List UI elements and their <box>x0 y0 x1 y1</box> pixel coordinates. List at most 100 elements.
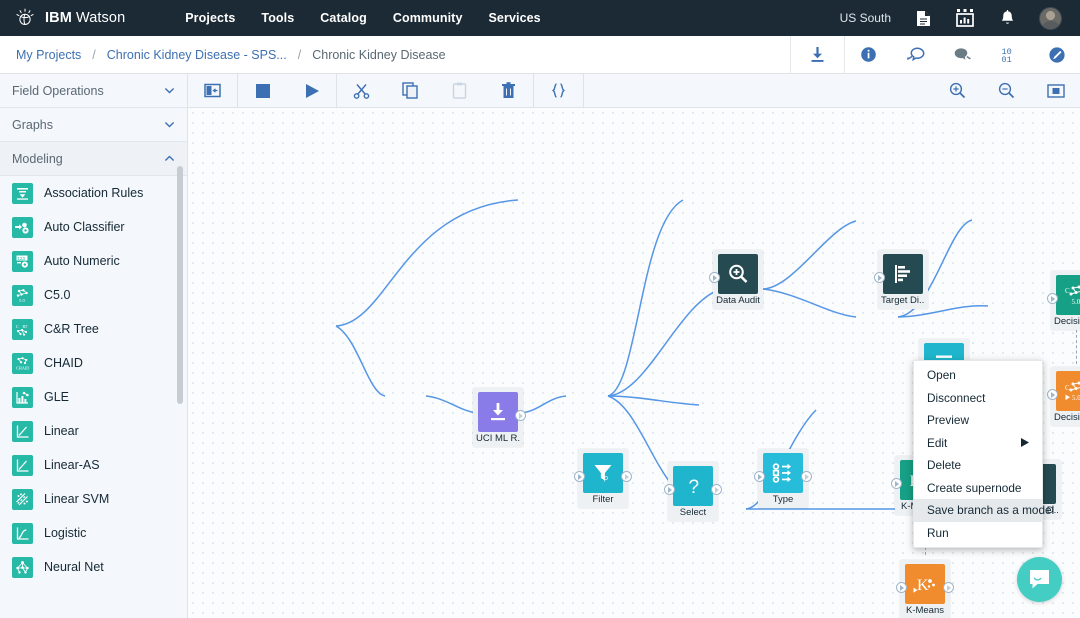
expression-braces-icon[interactable] <box>534 74 583 107</box>
nav-item-projects[interactable]: Projects <box>185 11 235 25</box>
context-menu-label: Create supernode <box>927 480 1022 495</box>
context-menu-item-create-supernode[interactable]: Create supernode <box>914 477 1042 500</box>
palette-item-auto-numeric[interactable]: 123 Auto Numeric <box>0 244 187 278</box>
run-icon[interactable] <box>287 74 336 107</box>
dashboard-icon[interactable] <box>955 8 975 28</box>
context-menu-item-open[interactable]: Open <box>914 364 1042 387</box>
document-icon[interactable] <box>913 8 933 28</box>
context-menu-item-delete[interactable]: Delete <box>914 454 1042 477</box>
cut-glyph <box>353 84 370 99</box>
c50-nugget-icon: C 5.0 <box>1065 381 1080 402</box>
context-menu-item-save-branch-as-a-model[interactable]: Save branch as a model <box>914 499 1054 522</box>
canvas-node-kmeans-nugget[interactable]: K K-Means <box>896 560 954 618</box>
node-label: K-Means <box>905 605 944 616</box>
linear-as-icon <box>12 454 33 476</box>
node-icon-box[interactable] <box>883 254 923 294</box>
nav-item-services[interactable]: Services <box>489 11 541 25</box>
toggle-palette-icon[interactable] <box>188 74 237 107</box>
canvas-node-select[interactable]: ? Select <box>664 462 722 521</box>
palette-item-gle[interactable]: GLE <box>0 380 187 414</box>
canvas-node-decision-tree-build[interactable]: C 5.0 Decision ... <box>1047 271 1080 330</box>
palette-item-c50[interactable]: 5.0 C5.0 <box>0 278 187 312</box>
node-output-port[interactable] <box>943 582 954 593</box>
toolbar-group-panel <box>188 74 238 107</box>
flow-canvas[interactable]: UCI ML R... Data Audit <box>188 108 1080 618</box>
comment-icon[interactable] <box>939 36 986 73</box>
nav-item-catalog[interactable]: Catalog <box>320 11 367 25</box>
node-icon-box[interactable]: ? <box>673 466 713 506</box>
stop-icon[interactable] <box>238 74 287 107</box>
palette-section-field-operations[interactable]: Field Operations <box>0 74 187 108</box>
delete-icon[interactable] <box>484 74 533 107</box>
palette-item-chaid[interactable]: CHAID CHAID <box>0 346 187 380</box>
node-input-port[interactable] <box>1047 293 1058 304</box>
linear-svm-icon <box>12 488 33 510</box>
node-input-port[interactable] <box>709 272 720 283</box>
node-icon-box[interactable] <box>478 392 518 432</box>
canvas-node-filter[interactable]: ρ Filter <box>574 449 632 508</box>
palette-section-graphs[interactable]: Graphs <box>0 108 187 142</box>
node-icon-box[interactable]: K <box>905 564 945 604</box>
bell-icon[interactable] <box>997 8 1017 28</box>
palette-item-cr-tree[interactable]: C RT C&R Tree <box>0 312 187 346</box>
zoom-fit-icon[interactable] <box>1031 74 1080 107</box>
user-avatar[interactable] <box>1039 6 1062 30</box>
canvas-node-decision-tree-nugget[interactable]: C 5.0 Decision ... <box>1047 367 1080 426</box>
palette-item-auto-classifier[interactable]: Auto Classifier <box>0 210 187 244</box>
palette-item-neural-net[interactable]: Neural Net <box>0 550 187 584</box>
paste-glyph <box>452 82 467 99</box>
node-output-port[interactable] <box>515 410 526 421</box>
context-menu-item-preview[interactable]: Preview <box>914 409 1042 432</box>
node-input-port[interactable] <box>874 272 885 283</box>
node-icon-box[interactable] <box>763 453 803 493</box>
context-menu-item-disconnect[interactable]: Disconnect <box>914 387 1042 410</box>
node-input-port[interactable] <box>754 471 765 482</box>
binary-data-icon[interactable]: 10 01 <box>986 36 1033 73</box>
node-icon-box[interactable]: C 5.0 <box>1056 275 1080 315</box>
info-icon[interactable] <box>845 36 892 73</box>
filter-node-icon: ρ <box>594 465 612 482</box>
brand-logo-group[interactable]: IBM Watson <box>14 7 125 29</box>
node-input-port[interactable] <box>1047 389 1058 400</box>
toolbar-group-run <box>238 74 337 107</box>
nav-item-tools[interactable]: Tools <box>261 11 294 25</box>
breadcrumb-item-project[interactable]: Chronic Kidney Disease - SPS... <box>107 48 287 62</box>
copy-icon[interactable] <box>386 74 435 107</box>
help-chat-button[interactable] <box>1017 557 1062 602</box>
palette-section-label: Graphs <box>12 117 53 132</box>
node-output-port[interactable] <box>801 471 812 482</box>
node-icon-box[interactable] <box>718 254 758 294</box>
node-icon-box[interactable]: ρ <box>583 453 623 493</box>
context-menu-item-edit[interactable]: Edit <box>914 432 1042 455</box>
node-icon-box[interactable]: C 5.0 <box>1056 371 1080 411</box>
canvas-node-uci-ml-repository[interactable]: UCI ML R... <box>473 388 526 447</box>
canvas-node-data-audit[interactable]: Data Audit <box>709 250 763 309</box>
node-input-port[interactable] <box>574 471 585 482</box>
palette-scrollbar-thumb[interactable] <box>177 166 183 404</box>
zoom-in-icon[interactable] <box>933 74 982 107</box>
chevron-down-icon <box>164 121 175 128</box>
nav-item-community[interactable]: Community <box>393 11 463 25</box>
node-input-port[interactable] <box>664 484 675 495</box>
palette-item-linear-as[interactable]: Linear-AS <box>0 448 187 482</box>
comment-add-icon[interactable] <box>892 36 939 73</box>
canvas-node-target-distribution[interactable]: Target Di... <box>874 250 928 309</box>
svg-text:5.0: 5.0 <box>1072 298 1080 306</box>
node-input-port[interactable] <box>896 582 907 593</box>
breadcrumb-item-my-projects[interactable]: My Projects <box>16 48 81 62</box>
edit-pencil-icon[interactable] <box>1033 36 1080 73</box>
palette-item-association-rules[interactable]: Association Rules <box>0 176 187 210</box>
download-icon[interactable] <box>790 36 845 73</box>
palette-item-linear-svm[interactable]: Linear SVM <box>0 482 187 516</box>
palette-section-modeling[interactable]: Modeling <box>0 142 187 176</box>
zoom-out-icon[interactable] <box>982 74 1031 107</box>
palette-item-linear[interactable]: Linear <box>0 414 187 448</box>
context-menu-item-run[interactable]: Run <box>914 522 1042 545</box>
palette-item-logistic[interactable]: Logistic <box>0 516 187 550</box>
node-output-port[interactable] <box>711 484 722 495</box>
svg-text:C: C <box>1065 287 1070 295</box>
canvas-node-type[interactable]: Type <box>754 449 812 508</box>
node-input-port[interactable] <box>891 478 902 489</box>
node-output-port[interactable] <box>621 471 632 482</box>
cut-icon[interactable] <box>337 74 386 107</box>
